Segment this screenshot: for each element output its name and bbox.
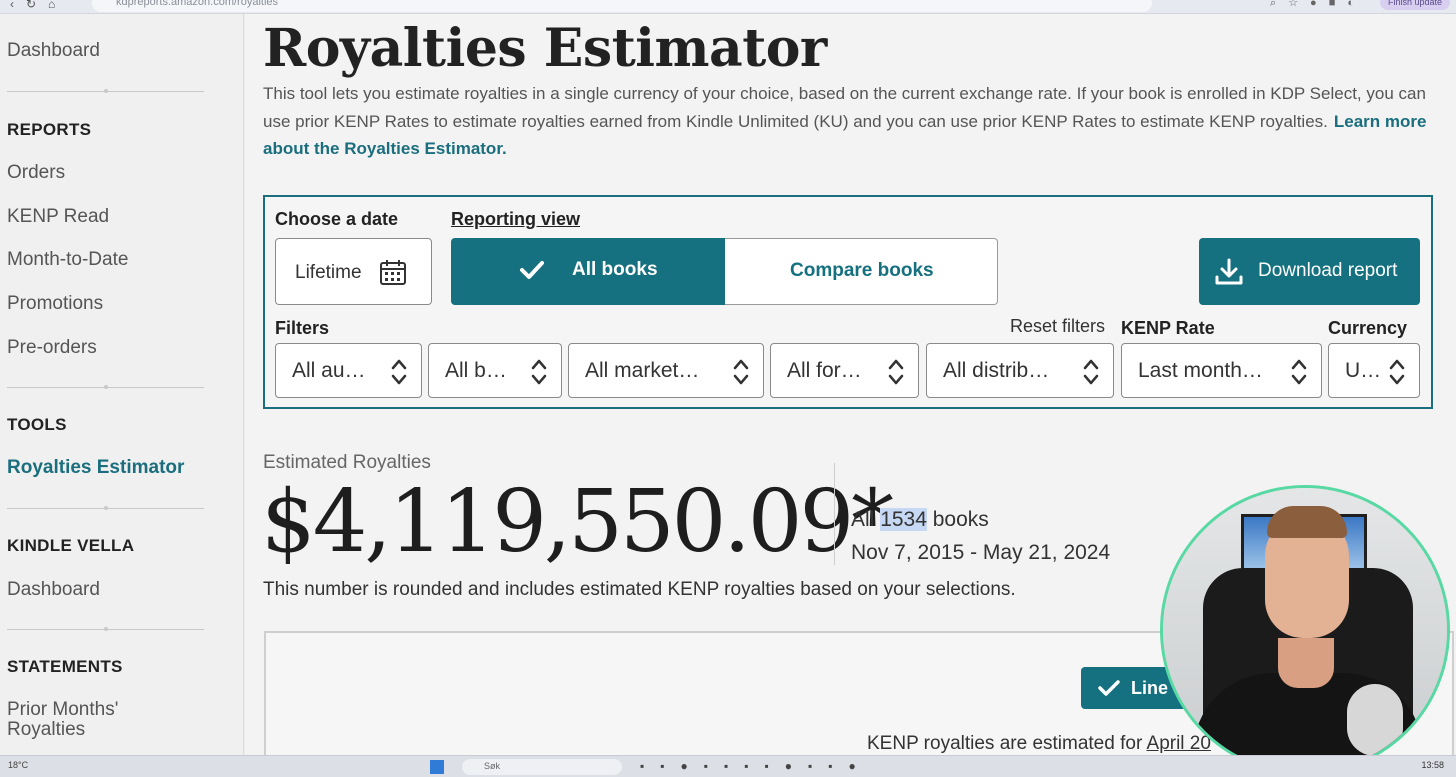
windows-start-icon[interactable] <box>430 760 444 774</box>
currency-select-value: U… <box>1345 359 1382 382</box>
sidebar-heading-kindle-vella: KINDLE VELLA <box>7 536 135 555</box>
weather-widget[interactable]: 18°C <box>8 760 28 770</box>
authors-select-value: All au… <box>292 359 366 382</box>
books-prefix: All <box>851 508 875 531</box>
currency-label: Currency <box>1328 318 1408 338</box>
all-books-toggle[interactable]: All books <box>451 238 725 305</box>
sort-arrows-icon <box>888 359 904 385</box>
sidebar-heading-tools: TOOLS <box>7 415 67 434</box>
browser-toolbar: ‹↻⌂ kdpreports.amazon.com/royalties ⌕☆●■… <box>0 0 1456 14</box>
formats-select[interactable]: All for… <box>770 343 919 398</box>
sidebar-divider <box>7 506 204 510</box>
books-select[interactable]: All b… <box>428 343 562 398</box>
vertical-divider <box>834 463 835 565</box>
reset-filters-link[interactable]: Reset filters <box>1010 316 1105 337</box>
rounding-note: This number is rounded and includes esti… <box>263 579 1016 600</box>
kenp-estimate-note: KENP royalties are estimated for April 2… <box>867 733 1211 755</box>
page-title: Royalties Estimator <box>263 18 827 79</box>
sidebar-divider <box>7 627 204 631</box>
compare-books-label: Compare books <box>790 260 934 281</box>
finish-update-button[interactable]: Finish update <box>1379 0 1450 10</box>
sidebar-heading-statements: STATEMENTS <box>7 657 123 676</box>
intro-text: This tool lets you estimate royalties in… <box>263 84 1427 158</box>
extension-icons[interactable]: ⌕☆●■◐ <box>1270 0 1366 10</box>
compare-books-toggle[interactable]: Compare books <box>725 238 998 305</box>
sidebar-divider <box>7 89 204 93</box>
person-hair <box>1267 506 1347 538</box>
books-count: 1534 <box>880 508 927 531</box>
authors-select[interactable]: All au… <box>275 343 422 398</box>
taskbar-clock: 13:58 <box>1421 760 1444 770</box>
books-suffix: books <box>932 508 989 531</box>
calendar-icon <box>380 260 406 285</box>
kenp-rate-select-value: Last month… <box>1138 359 1263 382</box>
date-picker-button[interactable]: Lifetime <box>275 238 432 305</box>
books-select-value: All b… <box>445 359 507 382</box>
currency-select[interactable]: U… <box>1328 343 1420 398</box>
sidebar-item-royalties-estimator[interactable]: Royalties Estimator <box>7 457 184 479</box>
sidebar-item-pre-orders[interactable]: Pre-orders <box>7 337 97 359</box>
sort-arrows-icon <box>391 359 407 385</box>
books-count-summary: All 1534 books <box>851 508 989 532</box>
sidebar-divider <box>7 385 204 389</box>
reporting-view-label[interactable]: Reporting view <box>451 209 580 230</box>
sidebar-item-dashboard[interactable]: Dashboard <box>7 40 100 62</box>
person-neck <box>1278 638 1334 688</box>
taskbar-app-icons[interactable]: ▪▪●▪▪▪▪●▪▪● <box>640 759 872 773</box>
distribution-select-value: All distrib… <box>943 359 1050 382</box>
sort-arrows-icon <box>531 359 547 385</box>
checkmark-icon <box>1098 680 1120 696</box>
marketplaces-select[interactable]: All market… <box>568 343 764 398</box>
webcam-overlay <box>1160 485 1450 775</box>
kenp-note-text: KENP royalties are estimated for <box>867 733 1143 754</box>
sort-arrows-icon <box>1291 359 1307 385</box>
sidebar-item-prior-months-royalties[interactable]: Prior Months' Royalties <box>7 700 157 740</box>
choose-date-label: Choose a date <box>275 209 399 229</box>
download-report-button[interactable]: Download report <box>1199 238 1420 305</box>
filters-panel: Choose a date Reporting view Lifetime Al… <box>263 195 1433 409</box>
address-bar[interactable]: kdpreports.amazon.com/royalties <box>92 0 1152 12</box>
estimated-royalties-label: Estimated Royalties <box>263 452 431 473</box>
sort-arrows-icon <box>1389 359 1405 385</box>
date-value: Lifetime <box>295 262 362 283</box>
sort-arrows-icon <box>733 359 749 385</box>
sidebar-item-month-to-date[interactable]: Month-to-Date <box>7 249 128 271</box>
browser-nav-icons[interactable]: ‹↻⌂ <box>10 0 67 11</box>
microphone <box>1347 684 1403 756</box>
distribution-select[interactable]: All distrib… <box>926 343 1114 398</box>
sidebar-heading-reports: REPORTS <box>7 120 92 139</box>
os-taskbar: 18°C Søk ▪▪●▪▪▪▪●▪▪● 13:58 <box>0 755 1456 777</box>
sidebar-item-promotions[interactable]: Promotions <box>7 293 103 315</box>
date-range: Nov 7, 2015 - May 21, 2024 <box>851 541 1111 564</box>
kenp-rate-label: KENP Rate <box>1121 318 1215 338</box>
sidebar-item-kenp-read[interactable]: KENP Read <box>7 206 109 228</box>
royalties-amount: $4,119,550.09* <box>261 472 894 572</box>
checkmark-icon <box>520 261 544 279</box>
sidebar-item-orders[interactable]: Orders <box>7 162 65 184</box>
kenp-rate-select[interactable]: Last month… <box>1121 343 1322 398</box>
sidebar: Dashboard REPORTS Orders KENP Read Month… <box>0 14 244 755</box>
sidebar-item-vella-dashboard[interactable]: Dashboard <box>7 579 100 601</box>
formats-select-value: All for… <box>787 359 862 382</box>
sort-arrows-icon <box>1083 359 1099 385</box>
marketplaces-select-value: All market… <box>585 359 700 382</box>
taskbar-search[interactable]: Søk <box>462 759 622 775</box>
filters-label: Filters <box>275 318 330 338</box>
download-report-label: Download report <box>1258 260 1398 281</box>
all-books-label: All books <box>572 259 658 280</box>
download-icon <box>1215 258 1243 285</box>
